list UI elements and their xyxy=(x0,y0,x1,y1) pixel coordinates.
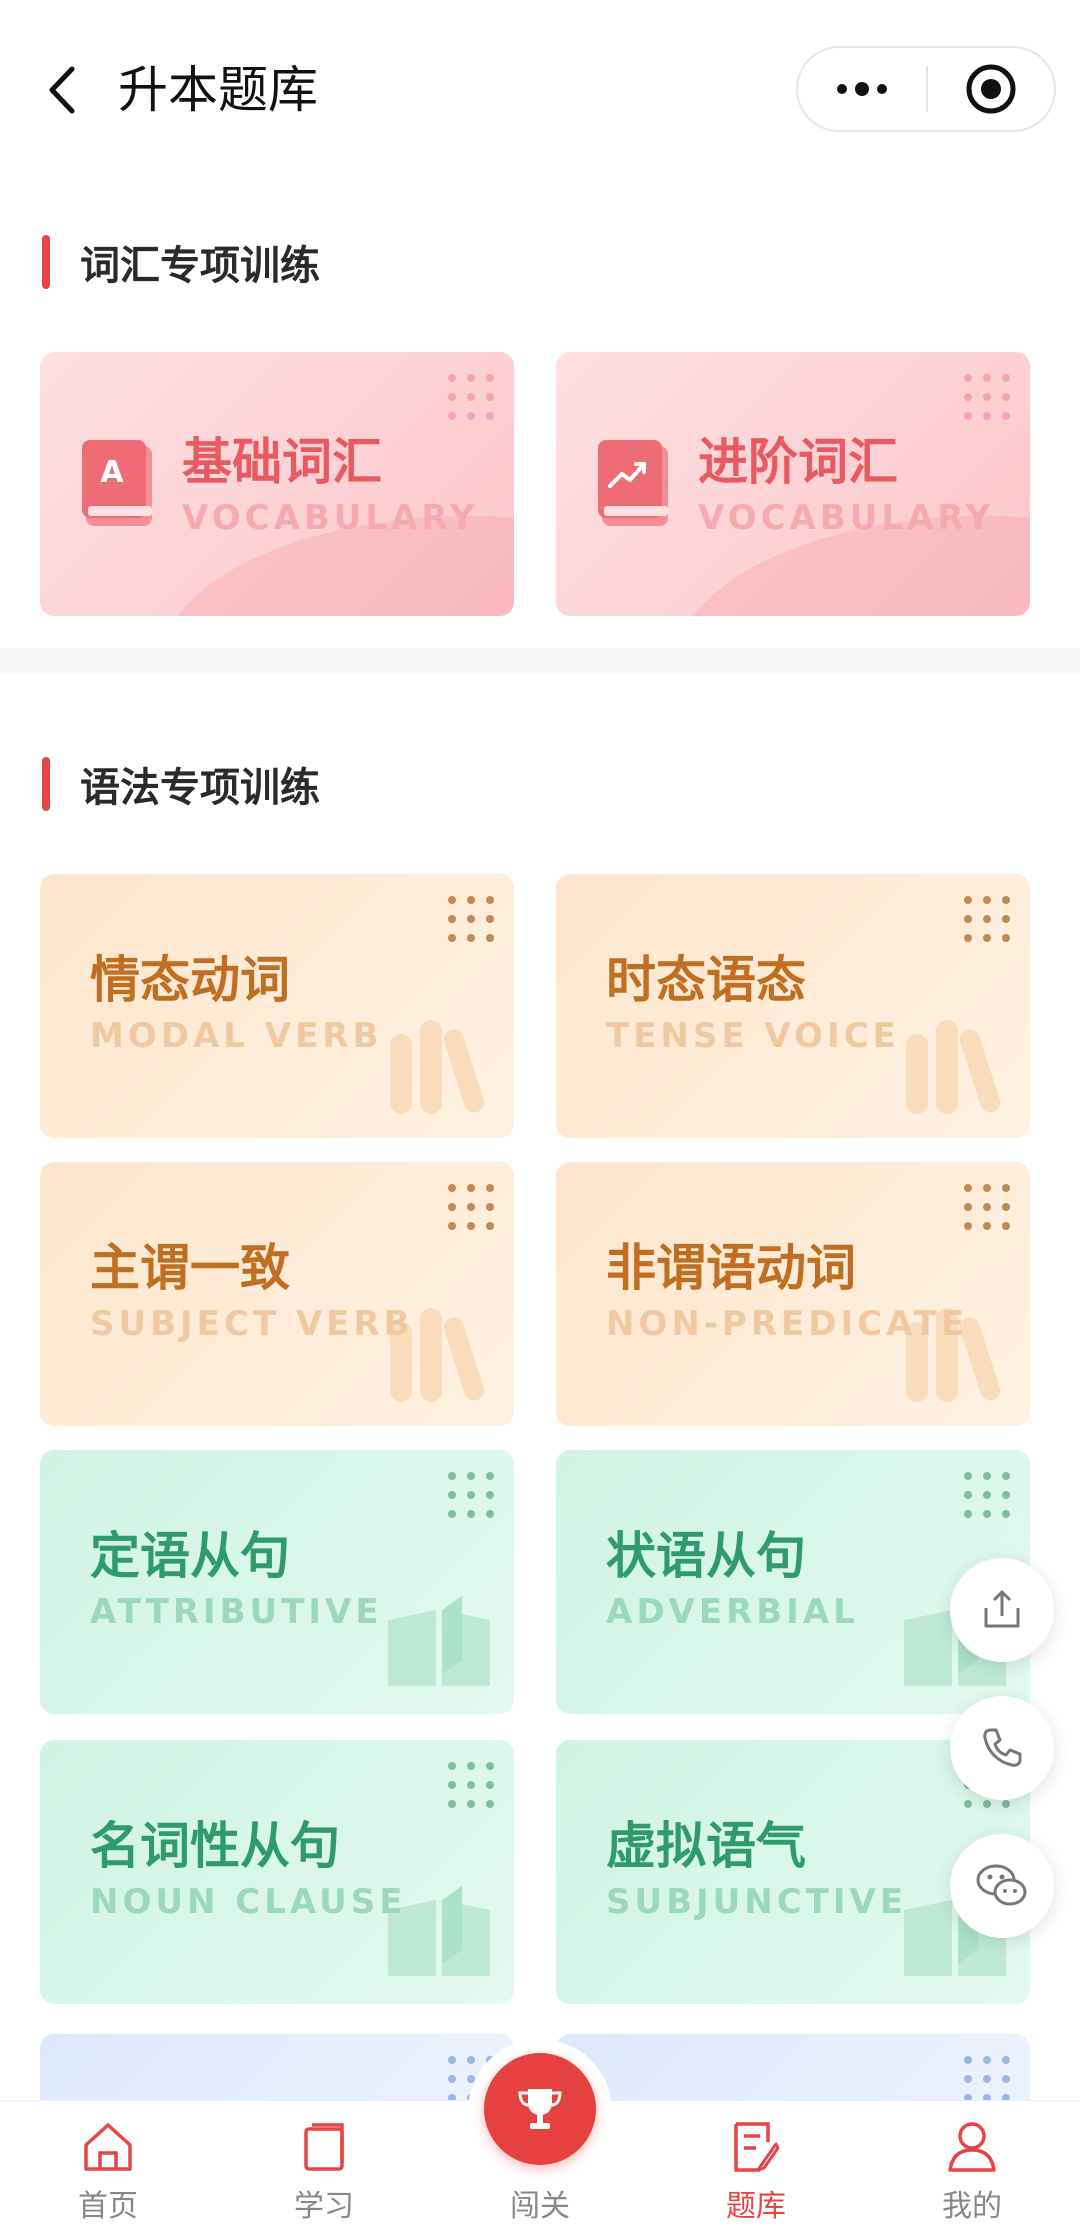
dots-icon xyxy=(964,896,1010,942)
tab-label: 我的 xyxy=(942,2189,1002,2224)
card-subtitle: NOUN CLAUSE xyxy=(90,1882,407,1922)
dots-icon xyxy=(448,896,494,942)
dots-icon xyxy=(448,374,494,420)
open-book-icon xyxy=(388,1596,490,1686)
more-button[interactable] xyxy=(798,48,926,130)
books-icon xyxy=(390,1020,485,1114)
card-title: 基础词汇 xyxy=(182,433,382,491)
card-subtitle: MODAL VERB xyxy=(90,1016,383,1056)
page-title: 升本题库 xyxy=(118,61,318,119)
svg-text:A: A xyxy=(100,455,124,490)
tab-label: 首页 xyxy=(78,2189,138,2224)
book-icon xyxy=(304,2123,344,2171)
tab-home[interactable]: 首页 xyxy=(0,2101,216,2238)
close-mini-program-button[interactable] xyxy=(928,48,1054,130)
card-subtitle: VOCABULARY xyxy=(698,498,995,538)
letter-a-book-icon: A xyxy=(82,440,152,526)
card-attributive-clause[interactable]: 定语从句 ATTRIBUTIVE xyxy=(40,1450,514,1714)
tab-question-bank[interactable]: 题库 xyxy=(648,2101,864,2238)
card-title: 主谓一致 xyxy=(90,1239,290,1297)
dots-icon xyxy=(964,1472,1010,1518)
dots-icon xyxy=(448,1762,494,1808)
tab-label: 题库 xyxy=(726,2189,786,2224)
dots-icon xyxy=(964,1184,1010,1230)
card-subtitle: NON-PREDICATE xyxy=(606,1304,969,1344)
user-icon xyxy=(948,2122,996,2172)
mini-program-capsule xyxy=(796,46,1056,132)
card-title: 非谓语动词 xyxy=(606,1239,856,1297)
card-subject-verb[interactable]: 主谓一致 SUBJECT VERB xyxy=(40,1162,514,1426)
section-divider xyxy=(0,648,1080,674)
section-title-text: 语法专项训练 xyxy=(80,765,320,811)
section-accent-bar xyxy=(42,235,50,289)
question-bank-icon xyxy=(734,2122,780,2172)
card-title: 定语从句 xyxy=(90,1527,290,1585)
phone-icon xyxy=(983,1728,1022,1767)
nav-header: 升本题库 xyxy=(0,0,1080,180)
card-subtitle: ATTRIBUTIVE xyxy=(90,1592,383,1632)
card-subtitle: VOCABULARY xyxy=(182,498,479,538)
card-title: 状语从句 xyxy=(606,1527,806,1585)
card-non-predicate[interactable]: 非谓语动词 NON-PREDICATE xyxy=(556,1162,1030,1426)
share-icon xyxy=(984,1590,1020,1628)
dots-icon xyxy=(448,1472,494,1518)
share-button[interactable] xyxy=(950,1558,1054,1662)
card-subtitle: SUBJECT VERB xyxy=(90,1304,414,1344)
section-title-text: 词汇专项训练 xyxy=(80,243,320,289)
tab-label: 学习 xyxy=(294,2189,354,2224)
card-subtitle: SUBJUNCTIVE xyxy=(606,1882,908,1922)
card-noun-clause[interactable]: 名词性从句 NOUN CLAUSE xyxy=(40,1740,514,2004)
card-title: 时态语态 xyxy=(606,951,806,1009)
card-title: 情态动词 xyxy=(90,951,290,1009)
wechat-icon xyxy=(976,1864,1027,1906)
card-subtitle: ADVERBIAL xyxy=(606,1592,859,1632)
card-title: 进阶词汇 xyxy=(698,433,898,491)
card-title: 名词性从句 xyxy=(90,1817,340,1875)
card-basic-vocabulary[interactable]: A 基础词汇 VOCABULARY xyxy=(40,352,514,616)
chevron-left-icon xyxy=(49,66,75,114)
card-tense-voice[interactable]: 时态语态 TENSE VOICE xyxy=(556,874,1030,1138)
dots-icon xyxy=(448,1184,494,1230)
home-icon xyxy=(84,2123,132,2171)
books-icon xyxy=(906,1020,1001,1114)
trend-book-icon xyxy=(598,440,668,526)
tab-label: 闯关 xyxy=(510,2189,570,2224)
dots-icon xyxy=(964,2056,1010,2102)
card-modal-verb[interactable]: 情态动词 MODAL VERB xyxy=(40,874,514,1138)
target-circle-icon xyxy=(966,64,1016,114)
section-title-vocabulary: 词汇专项训练 xyxy=(42,234,320,290)
tab-bar: 首页 学习 闯关 题库 我的 xyxy=(0,2039,1080,2238)
tab-challenge[interactable]: 闯关 xyxy=(432,2101,648,2238)
tab-study[interactable]: 学习 xyxy=(216,2101,432,2238)
card-subtitle: TENSE VOICE xyxy=(606,1016,900,1056)
wechat-service-button[interactable] xyxy=(950,1834,1054,1938)
card-title: 虚拟语气 xyxy=(606,1817,806,1875)
phone-button[interactable] xyxy=(950,1696,1054,1800)
section-title-grammar: 语法专项训练 xyxy=(42,756,320,812)
section-accent-bar xyxy=(42,757,50,811)
dots-icon xyxy=(964,374,1010,420)
tab-mine[interactable]: 我的 xyxy=(864,2101,1080,2238)
back-button[interactable] xyxy=(36,58,86,122)
card-advanced-vocabulary[interactable]: 进阶词汇 VOCABULARY xyxy=(556,352,1030,616)
more-dots-icon xyxy=(837,82,887,96)
